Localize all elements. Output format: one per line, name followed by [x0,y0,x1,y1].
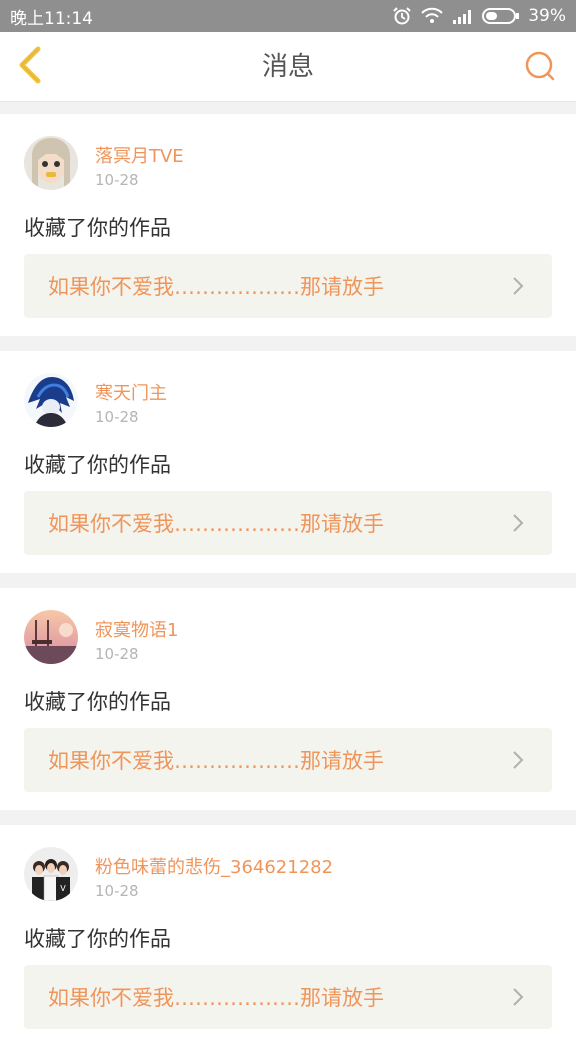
status-time: 晚上11:14 [10,8,93,29]
search-button[interactable] [520,48,560,88]
message-date: 10-28 [95,882,139,900]
username[interactable]: 粉色味蕾的悲伤_364621282 [95,853,333,879]
username[interactable]: 落冥月TVE [95,142,184,168]
battery-icon [482,7,520,25]
message-card: 寒天门主 10-28 收藏了你的作品 如果你不爱我………………那请放手 [0,351,576,573]
status-icons: 39% [392,6,566,26]
chevron-right-icon [508,985,528,1009]
page-title: 消息 [261,52,314,82]
message-card: V 粉色味蕾的悲伤_364621282 10-28 收藏了你的作品 如果你不爱我… [0,825,576,1047]
wifi-icon [420,7,444,25]
chevron-right-icon [508,511,528,535]
work-title: 如果你不爱我………………那请放手 [48,275,384,299]
message-date: 10-28 [95,645,139,663]
avatar[interactable] [24,136,78,190]
avatar[interactable] [24,373,78,427]
work-link[interactable]: 如果你不爱我………………那请放手 [24,491,552,555]
avatar[interactable] [24,610,78,664]
action-text: 收藏了你的作品 [24,690,171,714]
message-card: 落冥月TVE 10-28 收藏了你的作品 如果你不爱我………………那请放手 [0,114,576,336]
battery-percent: 39% [528,6,566,26]
message-card: 寂寞物语1 10-28 收藏了你的作品 如果你不爱我………………那请放手 [0,588,576,810]
username[interactable]: 寂寞物语1 [95,616,178,642]
chevron-right-icon [508,748,528,772]
message-date: 10-28 [95,171,139,189]
back-button[interactable] [10,46,50,88]
status-bar: 晚上11:14 39% [0,0,576,32]
username[interactable]: 寒天门主 [95,379,167,405]
alarm-icon [392,6,412,26]
chevron-right-icon [508,274,528,298]
message-date: 10-28 [95,408,139,426]
work-title: 如果你不爱我………………那请放手 [48,986,384,1010]
search-icon [523,49,557,87]
action-text: 收藏了你的作品 [24,216,171,240]
signal-icon [452,8,474,24]
message-list: 落冥月TVE 10-28 收藏了你的作品 如果你不爱我………………那请放手 寒天… [0,102,576,1047]
work-link[interactable]: 如果你不爱我………………那请放手 [24,728,552,792]
work-link[interactable]: 如果你不爱我………………那请放手 [24,965,552,1029]
avatar[interactable]: V [24,847,78,901]
action-text: 收藏了你的作品 [24,453,171,477]
svg-text:V: V [60,884,66,893]
action-text: 收藏了你的作品 [24,927,171,951]
app-bar: 消息 [0,32,576,102]
work-title: 如果你不爱我………………那请放手 [48,749,384,773]
chevron-left-icon [16,45,44,89]
work-link[interactable]: 如果你不爱我………………那请放手 [24,254,552,318]
work-title: 如果你不爱我………………那请放手 [48,512,384,536]
